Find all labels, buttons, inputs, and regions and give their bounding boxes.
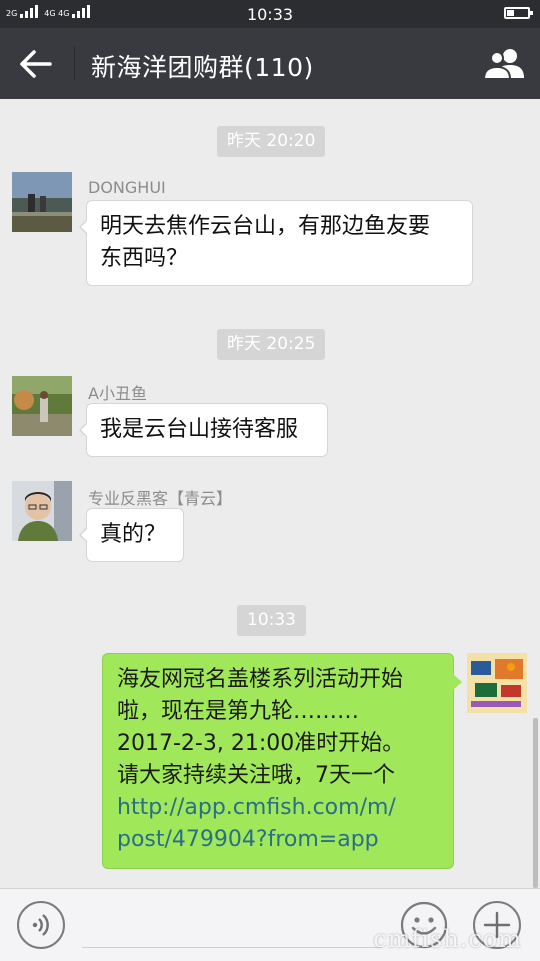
message-bubble[interactable]: 真的？ [79,508,184,562]
chat-scrollbar[interactable] [533,718,538,888]
avatar-self[interactable] [467,653,527,713]
status-bar: 2G 4G 4G 10:33 [0,0,540,28]
battery-icon [504,7,533,19]
sender-name: DONGHUI [88,178,166,197]
message-link[interactable]: post/479904?from=app [117,824,440,856]
outgoing-message-bubble[interactable]: 海友网冠名盖楼系列活动开始 啦，现在是第九轮……… 2017-2-3, 21:0… [102,653,462,869]
message-line: 真的？ [100,522,167,547]
avatar-image [12,376,72,436]
message-bubble[interactable]: 明天去焦作云台山，有那边鱼友要 东西吗？ [79,200,473,286]
watermark: cmfish.com [373,925,522,953]
message-link[interactable]: http://app.cmfish.com/m/ [117,792,440,824]
message-bubble[interactable]: 我是云台山接待客服 [79,403,328,457]
avatar-image [467,653,527,713]
back-arrow-icon[interactable] [18,48,54,80]
avatar-qingyun[interactable] [12,481,72,541]
chat-title: 新海洋团购群(110) [91,53,314,82]
sender-name: 专业反黑客【青云】 [88,489,233,508]
header-divider [74,46,75,81]
status-time: 10:33 [246,5,294,24]
time-separator: 昨天 20:20 [217,126,326,157]
message-line: 我是云台山接待客服 [100,417,299,442]
input-bar: cmfish.com [0,888,540,961]
avatar-image [12,481,72,541]
avatar-image [12,172,72,232]
voice-button[interactable] [17,901,65,949]
sender-name: A小丑鱼 [88,384,147,403]
message-line: 请大家持续关注哦，7天一个 [117,763,395,788]
message-input[interactable] [82,905,386,947]
message-line: 2017-2-3, 21:00准时开始。 [117,731,405,756]
voice-icon [32,914,49,936]
time-separator: 10:33 [237,605,306,636]
chat-header: 新海洋团购群(110) [0,28,540,99]
message-line: 东西吗？ [100,246,189,271]
input-underline [82,947,382,948]
message-line: 海友网冠名盖楼系列活动开始 [117,667,404,692]
time-separator: 昨天 20:25 [217,329,326,360]
avatar-donghui[interactable] [12,172,72,232]
message-line: 明天去焦作云台山，有那边鱼友要 [100,214,431,239]
group-members-icon[interactable] [482,46,526,82]
avatar-a-xiaochouyu[interactable] [12,376,72,436]
message-line: 啦，现在是第九轮……… [117,699,360,724]
